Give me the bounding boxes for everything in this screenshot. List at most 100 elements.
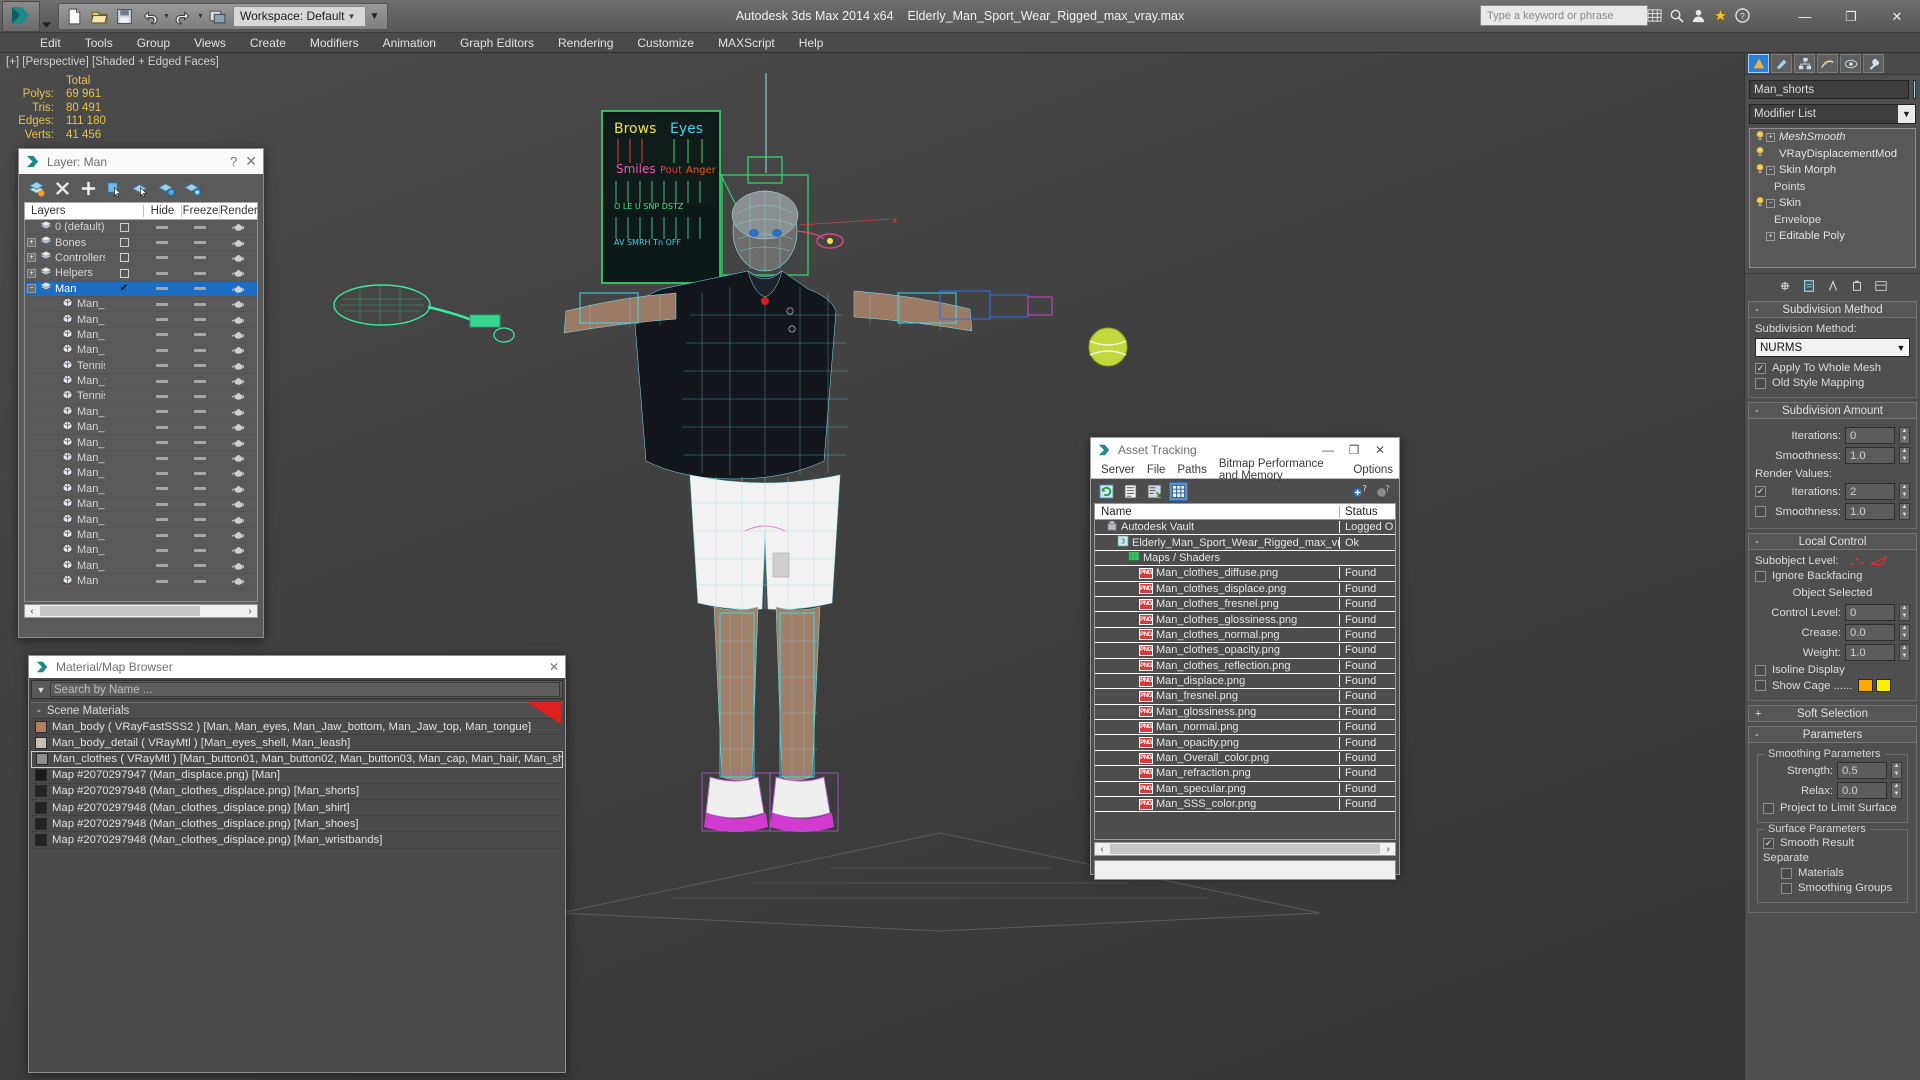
add-query-icon[interactable]: ? (1350, 482, 1369, 501)
asset-row[interactable]: Maps / Shaders (1095, 551, 1395, 567)
layer-freeze-cell[interactable] (181, 241, 219, 245)
layer-hide-cell[interactable] (143, 225, 181, 229)
app-logo-button[interactable] (2, 0, 40, 32)
layer-current-checkbox[interactable] (119, 222, 129, 232)
layer-current-cell[interactable]: ✔ (105, 283, 143, 294)
asset-scroll-left-icon[interactable]: ‹ (1095, 844, 1109, 855)
layer-current-cell[interactable] (105, 238, 143, 248)
asset-menu-paths[interactable]: Paths (1171, 464, 1212, 476)
layer-row[interactable]: Man_button01 (25, 328, 257, 344)
modifier-expand-icon[interactable]: − (1766, 165, 1775, 175)
refresh-icon[interactable] (1097, 482, 1116, 501)
layer-row[interactable]: Man_shoes (25, 405, 257, 421)
asset-tracking-dialog[interactable]: Asset Tracking — ❐ ✕ Server File Paths Bitm… (1090, 437, 1400, 880)
local-control-header[interactable]: - Local Control (1748, 533, 1917, 550)
modifier-enable-bulb-icon[interactable] (1753, 163, 1766, 178)
layer-freeze-cell[interactable] (181, 471, 219, 475)
layer-row[interactable]: − Man ✔ (25, 281, 257, 297)
layer-row[interactable]: 0 (default) (25, 220, 257, 236)
material-row[interactable]: Map #2070297948 (Man_clothes_displace.pn… (31, 832, 563, 849)
render-iterations-value[interactable]: 2 (1845, 483, 1895, 500)
asset-row[interactable]: Autodesk Vault Logged O (1095, 520, 1395, 536)
search-glass-icon[interactable] (1666, 5, 1686, 26)
layer-row[interactable]: Man_button03 (25, 297, 257, 313)
layer-freeze-cell[interactable] (181, 487, 219, 491)
add-selection-icon[interactable] (77, 177, 100, 199)
layer-current-cell[interactable] (105, 222, 143, 232)
maximize-button[interactable]: ❐ (1828, 0, 1874, 33)
select-highlighted-icon[interactable] (129, 177, 152, 199)
layer-row[interactable]: Man_button02 (25, 312, 257, 328)
modifier-enable-bulb-icon[interactable] (1753, 130, 1766, 145)
close-button[interactable]: ✕ (1874, 0, 1920, 33)
layer-row[interactable]: Man_shirt_driver (25, 343, 257, 359)
project-limit-row[interactable]: Project to Limit Surface (1763, 802, 1902, 814)
menu-item-tools[interactable]: Tools (73, 33, 125, 53)
layer-expand-icon[interactable]: + (27, 268, 36, 278)
menu-item-modifiers[interactable]: Modifiers (298, 33, 371, 53)
layer-row[interactable]: Man_Jaw_top (25, 497, 257, 513)
layer-row[interactable]: Man_Jaw_bottom (25, 528, 257, 544)
material-row[interactable]: Man_body ( VRayFastSSS2 ) [Man, Man_eyes… (31, 719, 563, 736)
layer-hide-cell[interactable] (143, 302, 181, 306)
asset-row[interactable]: PNG Man_clothes_displace.png Found (1095, 582, 1395, 597)
modifier-expand-icon[interactable]: + (1766, 231, 1775, 241)
material-row[interactable]: Map #2070297948 (Man_clothes_displace.pn… (31, 783, 563, 800)
render-iterations-spinner[interactable]: ▲ ▼ (1899, 483, 1910, 500)
separate-materials-row[interactable]: Materials (1763, 867, 1902, 879)
layer-current-checkbox[interactable] (119, 268, 129, 278)
remove-modifier-icon[interactable] (1847, 277, 1867, 294)
menu-item-help[interactable]: Help (787, 33, 836, 53)
asset-menu-bitmap[interactable]: Bitmap Performance and Memory (1213, 458, 1348, 482)
layer-render-cell[interactable] (219, 468, 257, 478)
modifier-stack-row[interactable]: + Editable Poly (1750, 228, 1915, 245)
layer-freeze-cell[interactable] (181, 579, 219, 583)
layer-freeze-cell[interactable] (181, 533, 219, 537)
layer-horizontal-scrollbar[interactable]: ‹ › (24, 604, 258, 618)
asset-menu-options[interactable]: Options (1347, 464, 1399, 476)
layer-hide-cell[interactable] (143, 441, 181, 445)
object-color-swatch[interactable] (1913, 80, 1916, 99)
modifier-list-dropdown[interactable]: Modifier List ▼ (1749, 104, 1916, 124)
layer-freeze-cell[interactable] (181, 287, 219, 291)
open-file-icon[interactable] (87, 5, 112, 28)
redo-dropdown-icon[interactable]: ▼ (196, 5, 205, 28)
control-level-value[interactable]: 0 (1845, 604, 1895, 621)
menu-item-edit[interactable]: Edit (28, 33, 73, 53)
select-objects-icon[interactable] (103, 177, 126, 199)
material-map-browser[interactable]: Material/Map Browser ✕ ▼ Search by Name … (28, 655, 566, 1073)
star-icon[interactable] (1710, 5, 1730, 26)
show-cage-row[interactable]: Show Cage ...... (1755, 679, 1910, 692)
layer-expand-icon[interactable]: − (27, 284, 36, 294)
add-to-layer-icon[interactable] (155, 177, 178, 199)
ignore-backfacing-checkbox[interactable] (1755, 570, 1766, 582)
layer-render-cell[interactable] (219, 253, 257, 263)
asset-row[interactable]: PNG Man_clothes_opacity.png Found (1095, 643, 1395, 659)
smoothness-value[interactable]: 1.0 (1845, 447, 1895, 464)
asset-close-button[interactable]: ✕ (1367, 443, 1393, 457)
show-cage-checkbox[interactable] (1755, 680, 1766, 691)
layer-row[interactable]: Man_leash (25, 451, 257, 467)
app-menu-chevron-icon[interactable] (40, 1, 52, 32)
material-search-row[interactable]: ▼ Search by Name ... (31, 680, 563, 699)
signin-icon[interactable] (1688, 5, 1708, 26)
menu-item-views[interactable]: Views (182, 33, 238, 53)
layer-render-cell[interactable] (219, 391, 257, 401)
undo-dropdown-icon[interactable]: ▼ (162, 5, 171, 28)
asset-row[interactable]: PNG Man_Overall_color.png Found (1095, 751, 1395, 767)
menu-item-create[interactable]: Create (238, 33, 298, 53)
layer-expand-icon[interactable]: + (27, 238, 36, 248)
old-style-mapping-checkbox[interactable] (1755, 377, 1766, 389)
layer-row[interactable]: + Controllers (25, 251, 257, 267)
layer-render-cell[interactable] (219, 438, 257, 448)
subdivision-amount-toggle[interactable]: - (1755, 405, 1759, 417)
layer-freeze-cell[interactable] (181, 425, 219, 429)
iterations-spinner[interactable]: ▲ ▼ (1899, 427, 1910, 444)
layer-freeze-cell[interactable] (181, 318, 219, 322)
layer-row[interactable]: Man_hair (25, 512, 257, 528)
layer-hide-cell[interactable] (143, 548, 181, 552)
layer-hide-cell[interactable] (143, 518, 181, 522)
list-view-icon[interactable] (1121, 482, 1140, 501)
modifier-stack-row[interactable]: − Skin Morph (1750, 162, 1915, 179)
asset-maximize-button[interactable]: ❐ (1341, 443, 1367, 457)
